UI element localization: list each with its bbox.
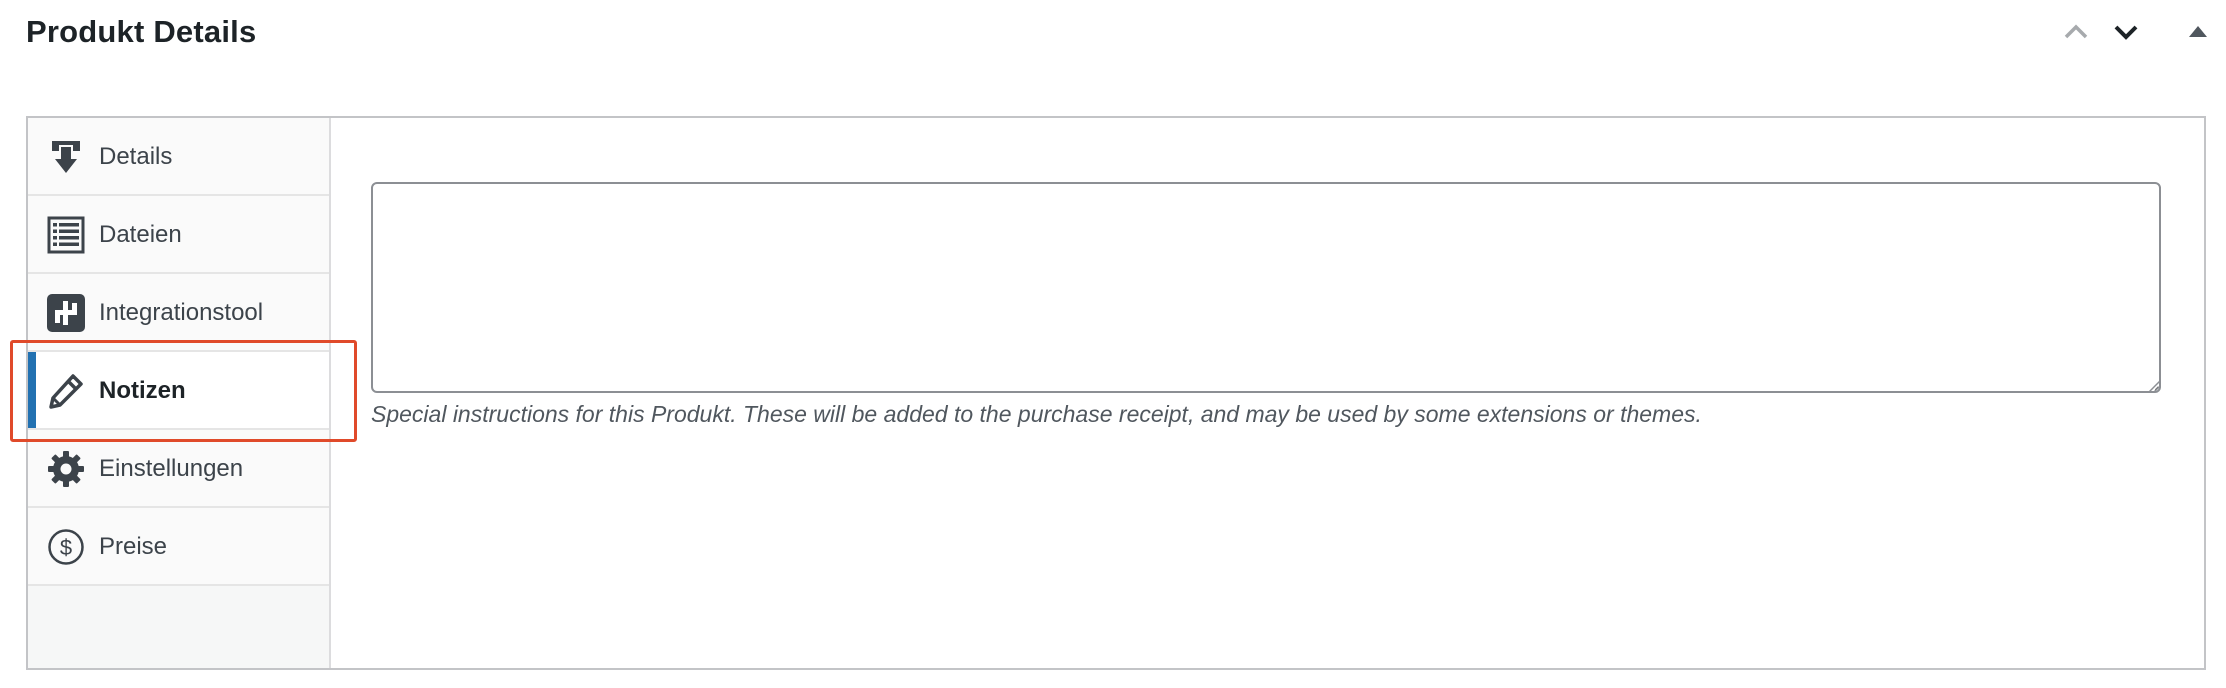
tab-settings[interactable]: Einstellungen [28,430,329,508]
move-down-button[interactable] [2108,14,2144,50]
tab-sidebar: Details Dateien Integrationstool Notizen… [28,118,331,668]
tab-label: Preise [99,533,168,560]
tab-label: Details [99,143,173,170]
dollar-icon: $ [46,527,86,567]
integration-icon [46,293,86,333]
panel-title: Produkt Details [26,14,257,49]
tab-label: Dateien [99,221,182,248]
move-up-button[interactable] [2058,14,2094,50]
tab-integration-tool[interactable]: Integrationstool [28,274,329,352]
gear-icon [46,449,86,489]
toggle-panel-button[interactable] [2180,14,2216,50]
resize-handle-icon[interactable] [2147,379,2161,393]
tab-label: Integrationstool [99,299,264,326]
notes-textarea[interactable] [371,182,2161,393]
tab-label: Notizen [99,377,186,404]
svg-text:$: $ [60,535,72,560]
notes-description: Special instructions for this Produkt. T… [371,401,1702,427]
download-icon [46,137,86,177]
triangle-up-icon [2189,26,2207,37]
pencil-icon [46,371,86,411]
list-icon [46,215,86,255]
tab-notes[interactable]: Notizen [28,352,329,430]
active-tab-indicator [28,352,36,428]
tab-details[interactable]: Details [28,118,329,196]
product-details-box: Details Dateien Integrationstool Notizen… [26,116,2206,670]
notes-panel: Special instructions for this Produkt. T… [331,118,2204,668]
chevron-up-icon [2064,24,2088,39]
tab-files[interactable]: Dateien [28,196,329,274]
chevron-down-icon [2114,25,2138,40]
tab-label: Einstellungen [99,455,244,482]
tab-prices[interactable]: $ Preise [28,508,329,586]
